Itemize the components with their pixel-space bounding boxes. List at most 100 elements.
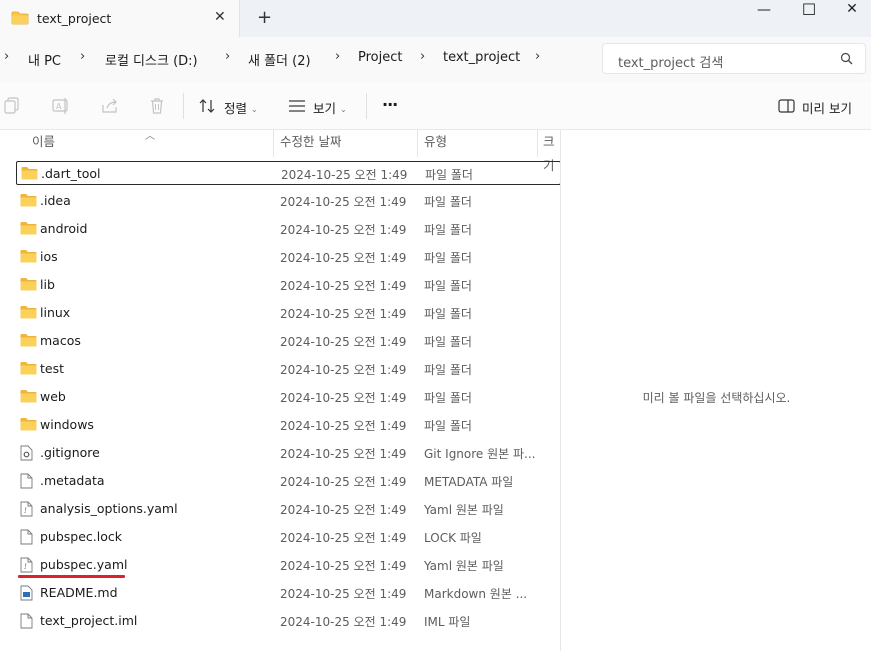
file-name: android — [40, 221, 88, 236]
file-date-modified: 2024-10-25 오전 1:49 — [281, 168, 408, 182]
chevron-right-icon[interactable]: › — [535, 49, 540, 64]
file-row[interactable]: ! pubspec.yaml 2024-10-25 오전 1:49 Yaml 원본 파… — [16, 553, 560, 577]
file-row[interactable]: android 2024-10-25 오전 1:49 파일 폴더 — [16, 217, 560, 241]
chevron-right-icon[interactable]: › — [225, 49, 230, 64]
breadcrumb-item-new-folder[interactable]: 새 폴더 (2) — [248, 50, 311, 69]
file-row[interactable]: linux 2024-10-25 오전 1:49 파일 폴더 — [16, 301, 560, 325]
file-type: 파일 폴더 — [424, 363, 472, 377]
file-date-modified: 2024-10-25 오전 1:49 — [280, 447, 407, 461]
preview-pane-icon — [778, 99, 795, 116]
file-row[interactable]: README.md 2024-10-25 오전 1:49 Markdown 원본 .… — [16, 581, 560, 605]
file-name: .metadata — [40, 473, 105, 488]
file-type: 파일 폴더 — [424, 223, 472, 237]
view-button[interactable]: 보기 ⌄ — [313, 98, 347, 117]
file-row[interactable]: .idea 2024-10-25 오전 1:49 파일 폴더 — [16, 189, 560, 213]
column-divider[interactable] — [417, 130, 418, 157]
settings-file-icon — [20, 445, 36, 461]
file-row[interactable]: .gitignore 2024-10-25 오전 1:49 Git Ignore 원… — [16, 441, 560, 465]
breadcrumb-item-project[interactable]: Project — [358, 50, 402, 65]
file-icon — [20, 613, 36, 629]
file-row[interactable]: ! analysis_options.yaml 2024-10-25 오전 1:49… — [16, 497, 560, 521]
breadcrumb-item-text-project[interactable]: text_project — [443, 50, 520, 65]
file-name: .dart_tool — [41, 166, 101, 181]
file-date-modified: 2024-10-25 오전 1:49 — [280, 335, 407, 349]
column-header-size[interactable]: 크기 — [543, 130, 560, 173]
file-row[interactable]: text_project.iml 2024-10-25 오전 1:49 IML 파일 — [16, 609, 560, 633]
separator — [183, 93, 184, 119]
file-name: .idea — [40, 193, 71, 208]
file-type: 파일 폴더 — [424, 391, 472, 405]
folder-icon — [20, 361, 37, 377]
file-row[interactable]: windows 2024-10-25 오전 1:49 파일 폴더 — [16, 413, 560, 437]
file-row[interactable]: lib 2024-10-25 오전 1:49 파일 폴더 — [16, 273, 560, 297]
file-date-modified: 2024-10-25 오전 1:49 — [280, 279, 407, 293]
column-header-date[interactable]: 수정한 날짜 — [280, 130, 341, 157]
file-name: ios — [40, 249, 58, 264]
svg-text:!: ! — [24, 563, 27, 571]
file-name: README.md — [40, 585, 118, 600]
preview-pane-button[interactable]: 미리 보기 — [802, 98, 852, 117]
folder-icon — [20, 333, 37, 349]
file-row[interactable]: test 2024-10-25 오전 1:49 파일 폴더 — [16, 357, 560, 381]
file-date-modified: 2024-10-25 오전 1:49 — [280, 559, 407, 573]
sort-button[interactable]: 정렬 ⌄ — [224, 98, 258, 117]
file-row[interactable]: pubspec.lock 2024-10-25 오전 1:49 LOCK 파일 — [16, 525, 560, 549]
folder-icon — [20, 193, 37, 209]
chevron-right-icon[interactable]: › — [335, 49, 340, 64]
file-type: 파일 폴더 — [424, 251, 472, 265]
folder-icon — [20, 221, 37, 237]
file-row[interactable]: web 2024-10-25 오전 1:49 파일 폴더 — [16, 385, 560, 409]
column-header-type[interactable]: 유형 — [424, 130, 447, 157]
address-bar: › 내 PC › 로컬 디스크 (D:) › 새 폴더 (2) › Projec… — [0, 37, 871, 82]
copy-icon[interactable] — [4, 97, 20, 118]
file-name: test — [40, 361, 65, 376]
maximize-button[interactable]: ☐ — [786, 0, 832, 20]
sort-ascending-icon: ︿ — [145, 131, 155, 142]
breadcrumb-item-pc[interactable]: 내 PC — [28, 50, 61, 69]
delete-icon[interactable] — [149, 97, 165, 118]
chevron-right-icon[interactable]: › — [80, 49, 85, 64]
minimize-button[interactable]: — — [741, 2, 787, 22]
file-row[interactable]: macos 2024-10-25 오전 1:49 파일 폴더 — [16, 329, 560, 353]
file-type: 파일 폴더 — [424, 195, 472, 209]
file-date-modified: 2024-10-25 오전 1:49 — [280, 475, 407, 489]
file-date-modified: 2024-10-25 오전 1:49 — [280, 307, 407, 321]
file-row[interactable]: .metadata 2024-10-25 오전 1:49 METADATA 파일 — [16, 469, 560, 493]
file-date-modified: 2024-10-25 오전 1:49 — [280, 391, 407, 405]
more-options-button[interactable]: ··· — [382, 95, 398, 114]
breadcrumb-item-drive[interactable]: 로컬 디스크 (D:) — [105, 50, 198, 69]
new-tab-button[interactable]: + — [257, 7, 272, 28]
view-label: 보기 — [313, 101, 337, 116]
file-type: IML 파일 — [424, 615, 471, 629]
folder-icon — [20, 305, 37, 321]
file-date-modified: 2024-10-25 오전 1:49 — [280, 531, 407, 545]
svg-text:A: A — [56, 102, 62, 111]
file-name: web — [40, 389, 66, 404]
file-name: macos — [40, 333, 81, 348]
column-header-name[interactable]: 이름 — [32, 130, 55, 157]
file-list: ︿ 이름 수정한 날짜 유형 크기 .dart_tool 2024-10-25 오… — [0, 130, 561, 651]
file-type: 파일 폴더 — [424, 307, 472, 321]
chevron-right-icon[interactable]: › — [420, 49, 425, 64]
tab-text-project[interactable]: text_project ✕ — [0, 0, 240, 37]
close-tab-icon[interactable]: ✕ — [214, 9, 226, 25]
file-icon — [20, 473, 36, 489]
search-icon — [840, 52, 853, 68]
file-date-modified: 2024-10-25 오전 1:49 — [280, 615, 407, 629]
file-type: 파일 폴더 — [424, 419, 472, 433]
preview-pane: 미리 볼 파일을 선택하십시오. — [562, 130, 871, 651]
rename-icon[interactable]: A — [52, 97, 70, 118]
column-divider[interactable] — [537, 130, 538, 157]
file-name: linux — [40, 305, 71, 320]
share-icon[interactable] — [101, 97, 119, 118]
search-placeholder: text_project 검색 — [618, 56, 724, 71]
column-divider[interactable] — [273, 130, 274, 157]
yaml-file-icon: ! — [20, 501, 36, 517]
folder-icon — [21, 166, 38, 182]
folder-icon — [20, 389, 37, 405]
search-input[interactable]: text_project 검색 — [602, 43, 866, 74]
file-row[interactable]: .dart_tool 2024-10-25 오전 1:49 파일 폴더 — [16, 161, 560, 185]
file-row[interactable]: ios 2024-10-25 오전 1:49 파일 폴더 — [16, 245, 560, 269]
chevron-down-icon: ⌄ — [340, 105, 347, 114]
close-window-button[interactable]: ✕ — [829, 1, 871, 21]
